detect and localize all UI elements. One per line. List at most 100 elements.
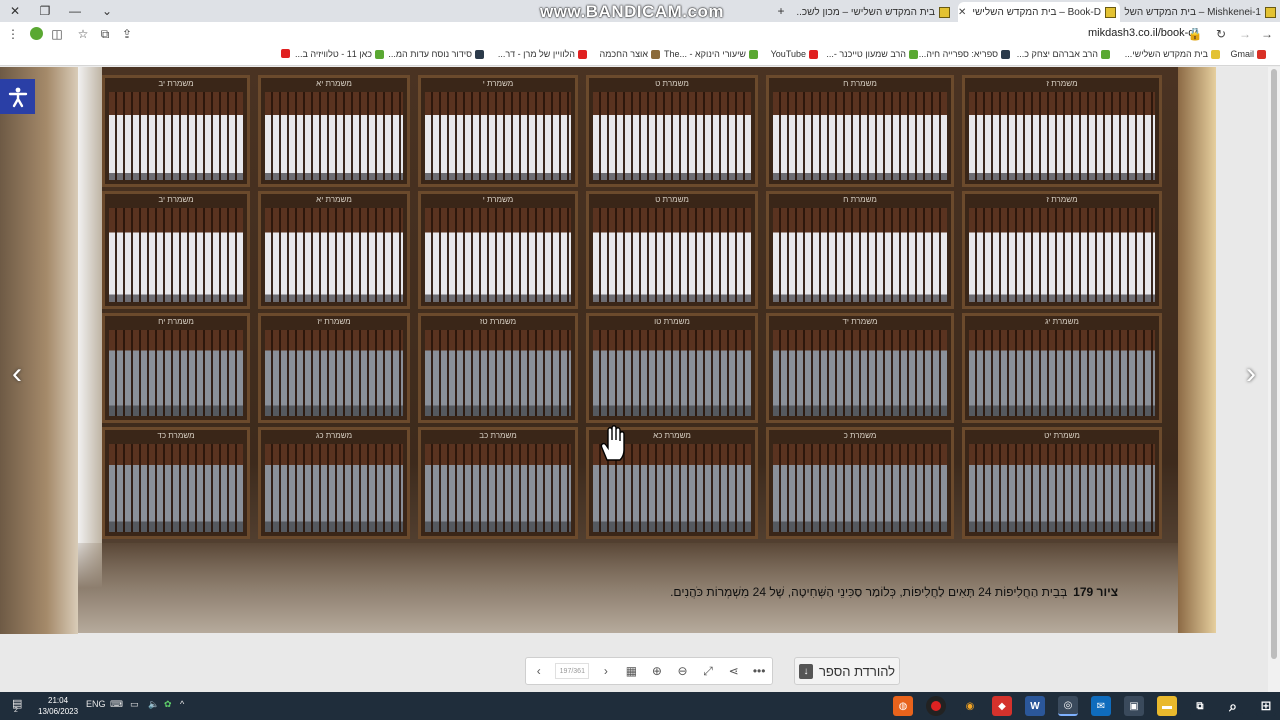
app-tray-icon[interactable]: ✿ — [164, 699, 172, 710]
store-taskbar-icon[interactable]: ▣ — [1124, 696, 1144, 716]
zoom-out-icon[interactable]: ⊖ — [674, 662, 692, 680]
close-tab-icon[interactable]: ✕ — [958, 7, 966, 18]
reload-icon[interactable]: ↻ — [1212, 25, 1230, 43]
volume-icon[interactable]: 🔈 — [148, 699, 159, 710]
knives-rack — [969, 92, 1155, 180]
cubby-label: משמרת כג — [315, 431, 353, 440]
anydesk-taskbar-icon[interactable]: ◆ — [992, 696, 1012, 716]
knives-rack — [425, 208, 571, 302]
knives-rack — [265, 444, 403, 532]
input-language[interactable]: ENG — [86, 699, 106, 709]
knives-rack — [773, 330, 947, 416]
page-scrollbar[interactable] — [1268, 67, 1280, 692]
url-field[interactable]: mikdash3.co.il/book-d/ — [1088, 27, 1197, 39]
caption-number: ציור 179 — [1073, 585, 1118, 599]
bookmark-netflix[interactable] — [278, 49, 290, 58]
download-book-button[interactable]: להורדת הספר ↓ — [794, 657, 900, 685]
knife-cubby: משמרת י — [418, 75, 578, 187]
cubby-label: משמרת י — [482, 195, 514, 204]
keyboard-icon[interactable]: ⌨ — [110, 699, 123, 710]
bookmark-siddur[interactable]: סידור נוסח עדות המ... — [388, 49, 484, 59]
zoom-in-icon[interactable]: ⊕ — [648, 662, 666, 680]
knife-cubby: משמרת יג — [962, 313, 1162, 423]
system-clock[interactable]: 21:04 13/06/2023 — [38, 695, 78, 717]
cubby-label: משמרת יג — [1045, 317, 1079, 326]
knives-rack — [425, 444, 571, 532]
word-taskbar-icon[interactable]: W — [1025, 696, 1045, 716]
bookmark-youtube[interactable]: YouTube — [771, 49, 818, 59]
recording-watermark: www.BANDICAM.com — [540, 2, 724, 21]
bookmark-gmail[interactable]: Gmail — [1230, 49, 1266, 59]
restore-window-icon[interactable]: ❐ — [30, 0, 60, 22]
bookmark-otzar[interactable]: אוצר החכמה — [600, 49, 660, 59]
thumbnails-grid-icon[interactable]: ▦ — [622, 662, 640, 680]
knife-cubby: משמרת יא — [258, 191, 410, 309]
browser-taskbar-icon[interactable]: ◉ — [960, 696, 980, 716]
bookmark-satellite[interactable]: הלוויין של מרן - דר... — [498, 49, 587, 59]
network-icon[interactable]: ▭ — [130, 699, 139, 710]
bookmark-yenuka[interactable]: שיעורי הינוקא - ...The — [664, 49, 758, 59]
next-page-arrow[interactable]: › — [1236, 357, 1266, 391]
knife-cubby: משמרת ז — [962, 191, 1162, 309]
start-icon[interactable]: ⊞ — [1256, 696, 1276, 716]
mail-taskbar-icon[interactable]: ✉ — [1091, 696, 1111, 716]
task-view-icon[interactable]: ⧉ — [1190, 696, 1210, 716]
chevron-right-icon[interactable]: › — [597, 662, 615, 680]
download-label: להורדת הספר — [818, 663, 896, 679]
tab-mishkenei[interactable]: Mishkenei-1 – בית המקדש השלישי ✕ — [1124, 2, 1280, 22]
knives-rack — [969, 208, 1155, 302]
tab-book-d[interactable]: Book-D – בית המקדש השלישי ✕ — [958, 2, 1120, 22]
chrome-taskbar-icon[interactable]: ◎ — [1058, 696, 1078, 716]
file-explorer-taskbar-icon[interactable]: ▬ — [1157, 696, 1177, 716]
tab-title: Mishkenei-1 – בית המקדש השלישי — [1124, 6, 1261, 18]
leaf-icon — [749, 49, 758, 59]
knives-rack — [265, 208, 403, 302]
chevron-left-icon[interactable]: ‹ — [530, 662, 548, 680]
more-options-icon[interactable]: ••• — [750, 662, 768, 680]
cubby-label: משמרת ט — [655, 195, 689, 204]
knife-cubby: משמרת כג — [258, 427, 410, 539]
firefox-taskbar-icon[interactable]: ◍ — [893, 696, 913, 716]
profile-avatar[interactable] — [30, 27, 43, 40]
tab-search-icon[interactable]: ⌄ — [92, 0, 122, 22]
show-hidden-icons[interactable]: ^ — [180, 699, 184, 709]
knives-rack — [593, 330, 751, 416]
accessibility-button[interactable] — [0, 79, 35, 114]
cubby-label: משמרת ז — [1046, 79, 1078, 88]
new-tab-button[interactable]: + — [766, 0, 796, 22]
share-icon[interactable]: ⇪ — [118, 25, 136, 43]
bookmark-kan11[interactable]: כאן 11 - טלוויזיה ב... — [295, 49, 384, 59]
knife-cubby: משמרת ח — [766, 75, 954, 187]
knives-rack — [109, 208, 243, 302]
knives-rack — [773, 444, 947, 532]
side-panel-icon[interactable]: ◫ — [48, 25, 66, 43]
lock-icon[interactable]: 🔒 — [1186, 25, 1204, 43]
bookmark-sefaria[interactable]: ספריא: ספרייה חיה... — [919, 49, 1010, 59]
forward-icon[interactable]: → — [1236, 25, 1254, 43]
share-icon[interactable]: ⋖ — [725, 662, 743, 680]
minimize-window-icon[interactable]: — — [60, 0, 90, 22]
bookmark-star-icon[interactable]: ☆ — [74, 25, 92, 43]
bookmark-rav-kook[interactable]: הרב אברהם יצחק כ... — [1017, 49, 1110, 59]
cubby-label: משמרת ז — [1046, 195, 1078, 204]
bookmark-teichner[interactable]: הרב שמעון טייכנר -... — [826, 49, 918, 59]
site-favicon-icon — [1105, 6, 1116, 18]
knife-cubby: משמרת ט — [586, 75, 758, 187]
install-app-icon[interactable]: ⧉ — [96, 25, 114, 43]
knives-rack — [109, 92, 243, 180]
bookmark-mikdash[interactable]: בית המקדש השלישי... — [1125, 49, 1220, 59]
record-taskbar-icon[interactable] — [926, 696, 946, 716]
cubby-label: משמרת יט — [1044, 431, 1080, 440]
menu-dots-icon[interactable]: ⋮ — [4, 25, 22, 43]
page-number-input[interactable]: 197/361 — [555, 663, 590, 679]
knife-cubby: משמרת יב — [102, 75, 250, 187]
search-icon[interactable]: ⌕ — [1223, 696, 1243, 716]
caption-text: בְּבֵית הַחֲלִיפוֹת 24 תָּאִים לַחֲלִיפו… — [670, 585, 1068, 599]
previous-page-arrow[interactable]: ‹ — [2, 357, 32, 391]
scrollbar-thumb[interactable] — [1271, 69, 1277, 659]
close-window-icon[interactable]: ✕ — [0, 0, 30, 22]
fullscreen-icon[interactable]: ⤢ — [699, 662, 717, 680]
cubby-label: משמרת ט — [655, 79, 689, 88]
tab-mikdash-institute[interactable]: בית המקדש השלישי – מכון לשכ... ✕ — [796, 2, 954, 22]
back-icon[interactable]: → — [1258, 25, 1276, 43]
